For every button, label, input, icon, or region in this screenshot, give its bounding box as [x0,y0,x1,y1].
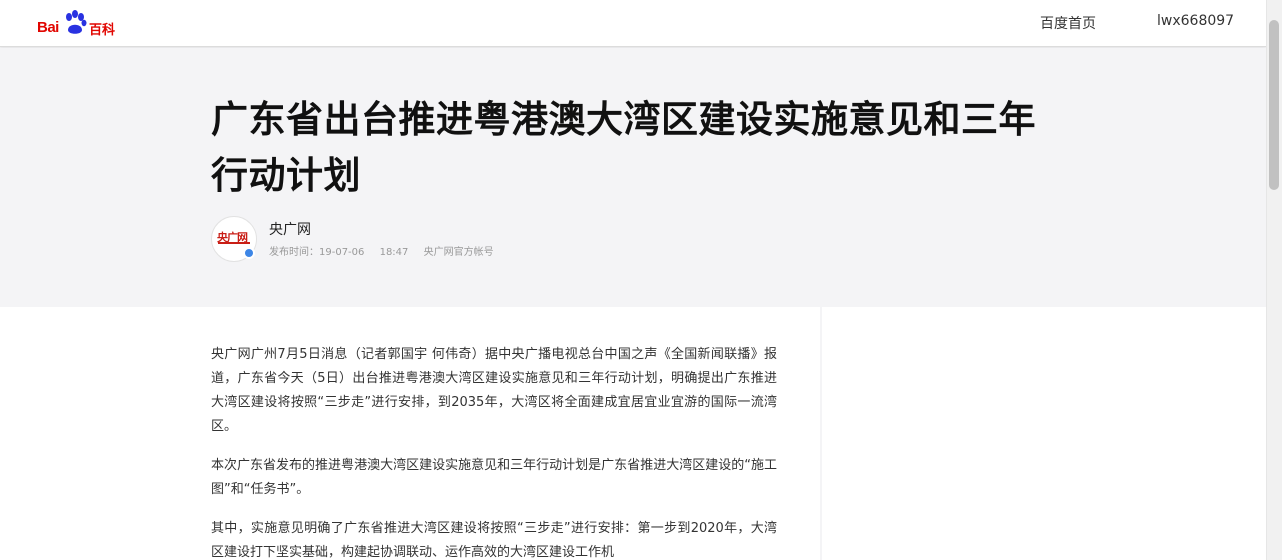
paw-icon [66,10,87,34]
logo-bai-text: Bai [37,19,59,36]
publish-meta: 发布时间：19-07-06 18:47 央广网官方帐号 [269,243,506,258]
publish-label-and-date: 发布时间：19-07-06 [269,247,364,258]
publish-time: 18:47 [379,247,409,258]
author-account: 央广网官方帐号 [423,247,494,258]
publish-label: 发布时间： [269,247,319,258]
article-content: 央广网广州7月5日消息（记者郭国宇 何伟奇）据中央广播电视总台中国之声《全国新闻… [211,343,777,560]
article-paragraph: 央广网广州7月5日消息（记者郭国宇 何伟奇）据中央广播电视总台中国之声《全国新闻… [211,347,777,434]
baidu-home-link[interactable]: 百度首页 [1040,13,1096,33]
publish-date: 19-07-06 [319,247,365,258]
article-paragraph: 本次广东省发布的推进粤港澳大湾区建设实施意见和三年行动计划是广东省推进大湾区建设… [211,458,777,497]
avatar-underline [218,242,250,244]
author-name[interactable]: 央广网 [269,219,311,239]
top-navbar: Bai 百科 百度首页 lwx668097 [0,0,1266,47]
right-sidebar [822,307,1266,560]
scrollbar-thumb[interactable] [1269,20,1279,190]
verified-badge-icon [243,247,255,259]
username-link[interactable]: lwx668097 [1157,13,1234,29]
article-title: 广东省出台推进粤港澳大湾区建设实施意见和三年行动计划 [211,98,1036,197]
logo-baike-text: 百科 [89,23,116,38]
article-paragraph: 其中，实施意见明确了广东省推进大湾区建设将按照“三步走”进行安排：第一步到202… [211,521,777,560]
baidu-baike-logo[interactable]: Bai 百科 [37,10,119,38]
